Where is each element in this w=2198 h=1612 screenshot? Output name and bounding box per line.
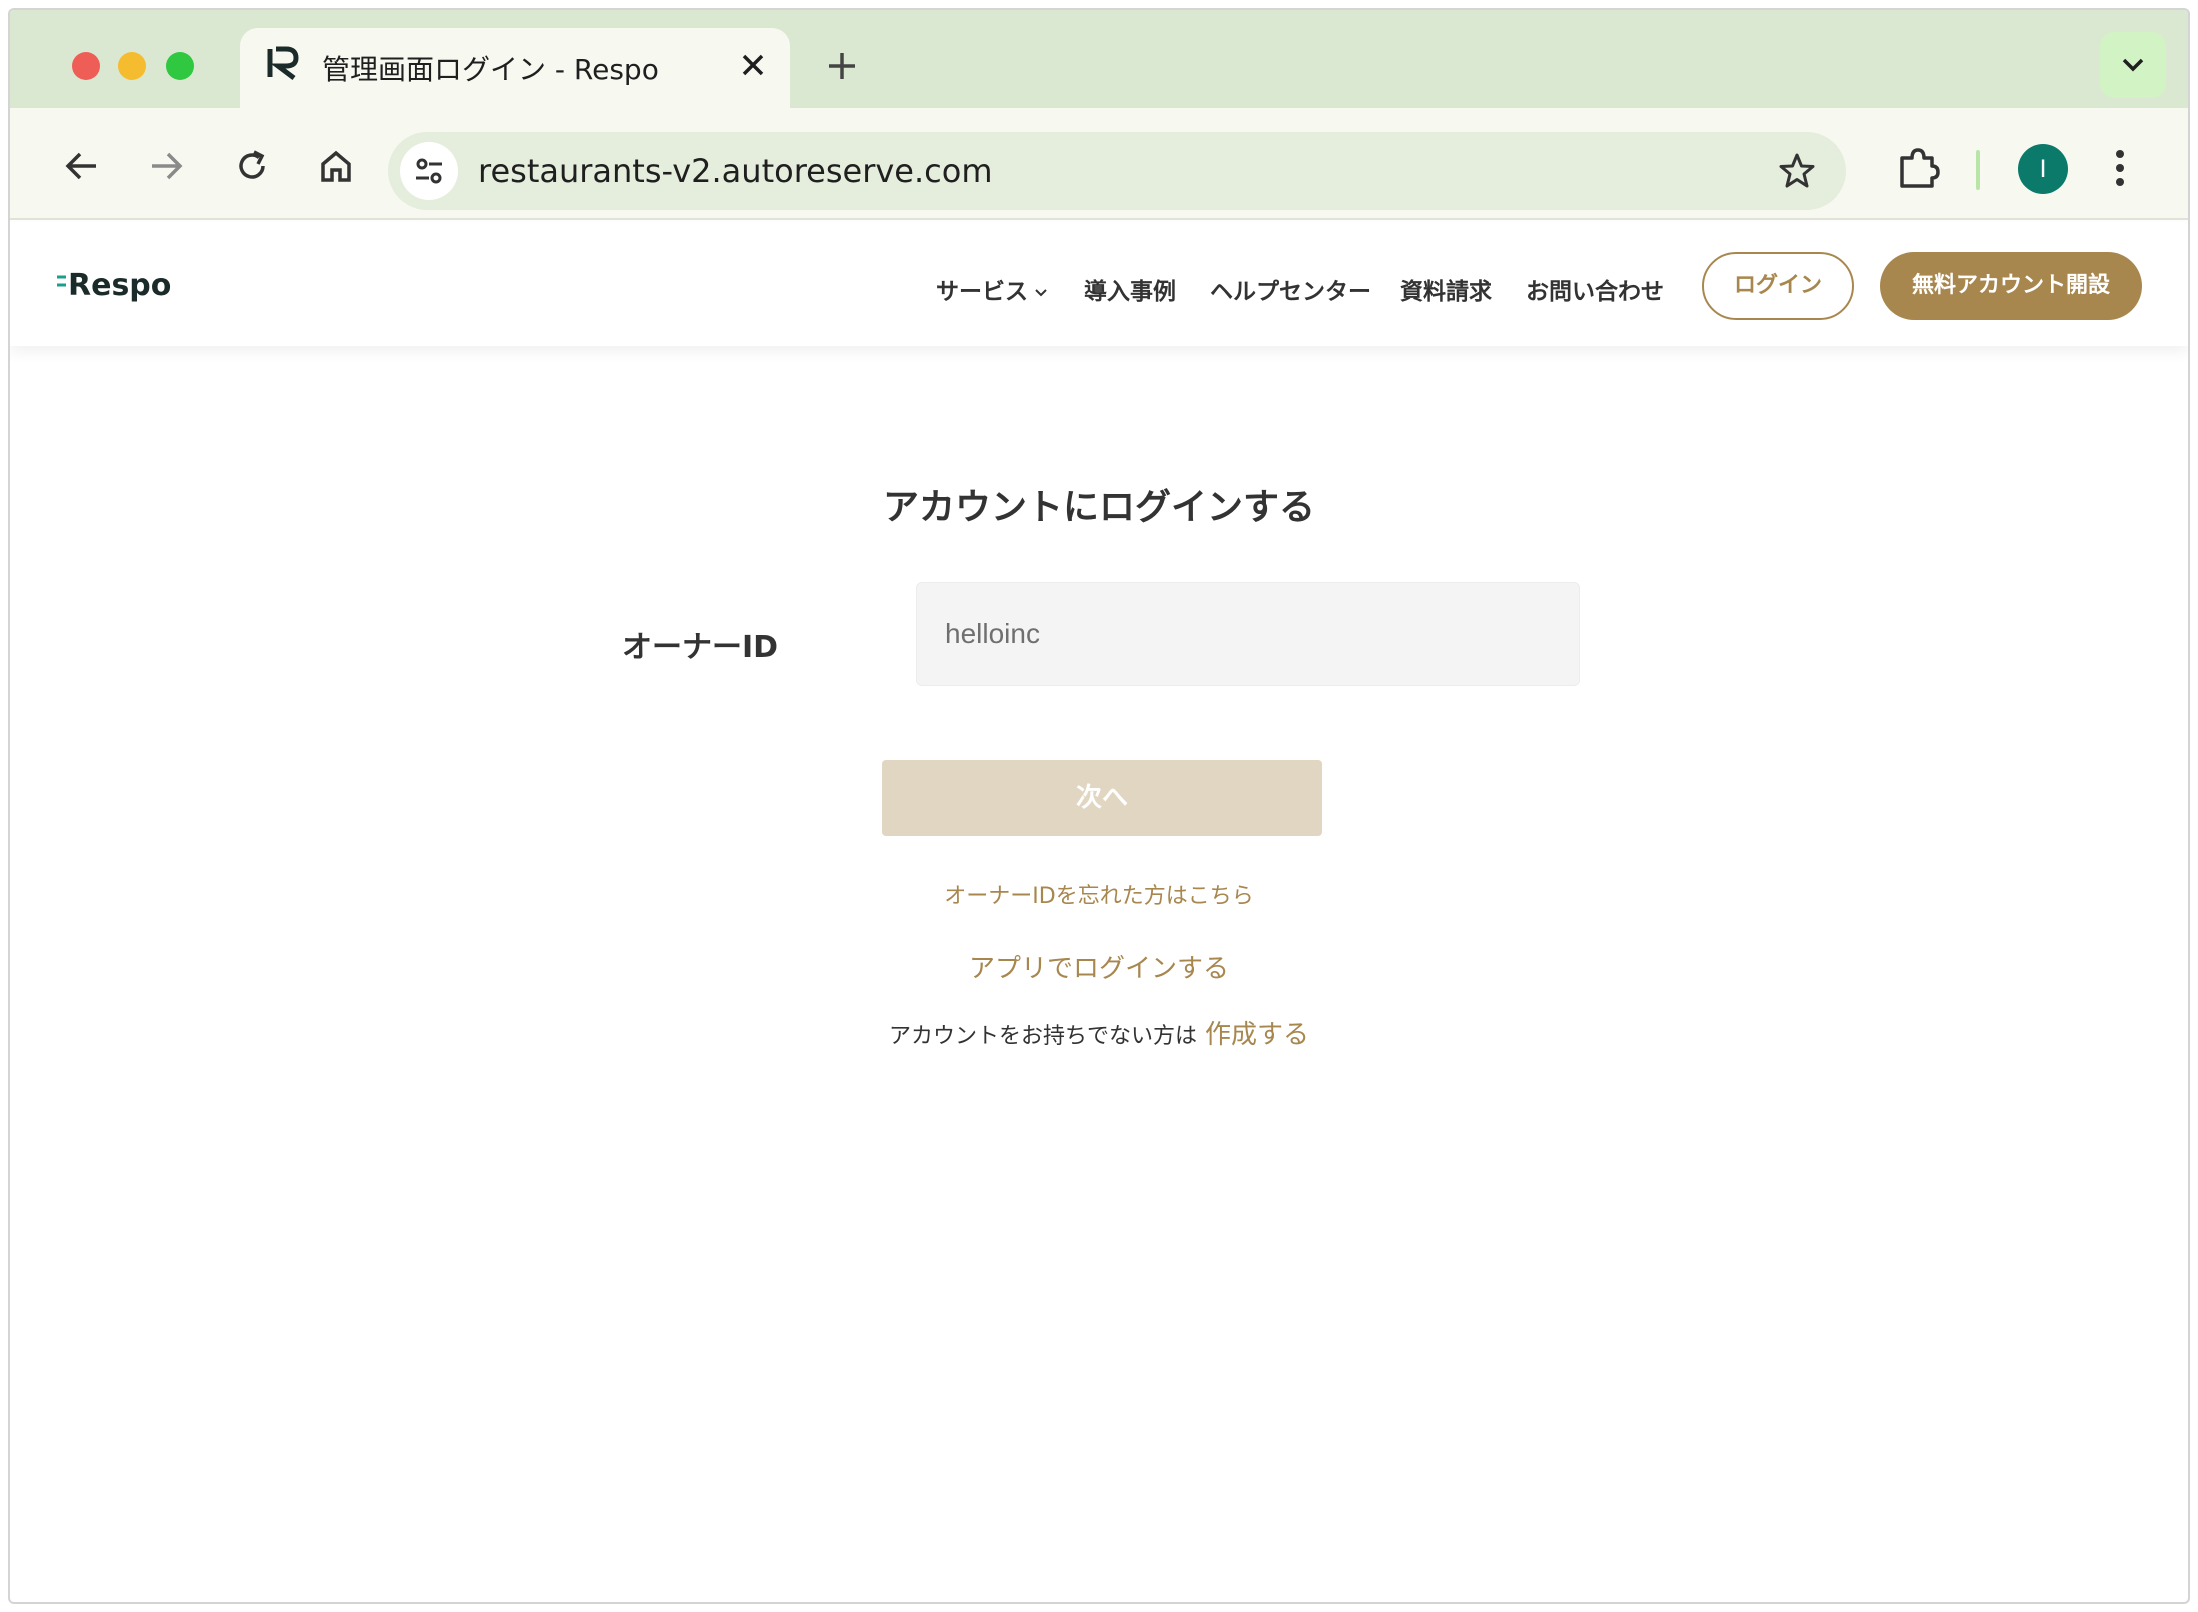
minimize-window-button[interactable] bbox=[118, 52, 146, 80]
close-icon[interactable] bbox=[740, 52, 766, 78]
site-info-button[interactable] bbox=[400, 142, 458, 200]
nav-help-center[interactable]: ヘルプセンター bbox=[1210, 272, 1371, 306]
back-icon[interactable] bbox=[64, 148, 100, 184]
next-button[interactable]: 次へ bbox=[882, 760, 1322, 836]
kebab-menu-icon[interactable] bbox=[2114, 148, 2126, 188]
forgot-owner-id-link: オーナーIDを忘れた方はこちら bbox=[10, 878, 2188, 910]
header-signup-button[interactable]: 無料アカウント開設 bbox=[1880, 252, 2142, 320]
browser-window: 管理画面ログイン - Respo restaurants-v2.autorese… bbox=[8, 8, 2190, 1604]
close-window-button[interactable] bbox=[72, 52, 100, 80]
app-login-text[interactable]: アプリでログインする bbox=[969, 954, 1229, 984]
tune-icon bbox=[416, 158, 442, 184]
star-icon[interactable] bbox=[1778, 152, 1816, 190]
browser-toolbar: restaurants-v2.autoreserve.com I bbox=[10, 108, 2188, 220]
forgot-owner-id-text[interactable]: オーナーIDを忘れた方はこちら bbox=[944, 884, 1253, 909]
nav-request-docs[interactable]: 資料請求 bbox=[1400, 272, 1492, 306]
new-tab-icon[interactable] bbox=[826, 50, 858, 82]
nav-case-studies[interactable]: 導入事例 bbox=[1084, 272, 1176, 306]
app-login-link: アプリでログインする bbox=[10, 948, 2188, 985]
logo-text: Respo bbox=[68, 268, 172, 303]
nav-services-label: サービス bbox=[936, 279, 1028, 305]
reload-icon[interactable] bbox=[234, 148, 270, 184]
nav-services[interactable]: サービス bbox=[936, 272, 1048, 306]
respo-logo[interactable]: Respo bbox=[56, 268, 176, 308]
home-icon[interactable] bbox=[318, 148, 354, 184]
header-login-button[interactable]: ログイン bbox=[1702, 252, 1854, 320]
nav-contact[interactable]: お問い合わせ bbox=[1526, 272, 1664, 306]
chevron-down-icon bbox=[1035, 288, 1047, 296]
no-account-text: アカウントをお持ちでない方は bbox=[888, 1024, 1197, 1049]
create-account-link[interactable]: 作成する bbox=[1205, 1020, 1309, 1050]
site-header: Respo サービス 導入事例 ヘルプセンター 資料請求 お問い合わせ ログイン… bbox=[10, 222, 2188, 346]
profile-avatar[interactable]: I bbox=[2018, 144, 2068, 194]
signup-prompt: アカウントをお持ちでない方は 作成する bbox=[10, 1014, 2188, 1051]
extensions-icon[interactable] bbox=[1896, 146, 1940, 190]
maximize-window-button[interactable] bbox=[166, 52, 194, 80]
toolbar-divider bbox=[1976, 150, 1980, 190]
respo-favicon-icon bbox=[267, 46, 299, 80]
forward-icon[interactable] bbox=[148, 148, 184, 184]
url-text[interactable]: restaurants-v2.autoreserve.com bbox=[478, 152, 992, 190]
address-bar[interactable]: restaurants-v2.autoreserve.com bbox=[388, 132, 1846, 210]
active-tab[interactable]: 管理画面ログイン - Respo bbox=[240, 28, 790, 118]
chevron-down-icon bbox=[2122, 58, 2144, 72]
tab-search-button[interactable] bbox=[2100, 32, 2166, 98]
tab-strip: 管理画面ログイン - Respo bbox=[10, 10, 2188, 118]
page-title: アカウントにログインする bbox=[882, 487, 1315, 528]
owner-id-input[interactable] bbox=[916, 582, 1580, 686]
tab-title: 管理画面ログイン - Respo bbox=[322, 53, 659, 86]
owner-id-label: オーナーID bbox=[622, 630, 779, 665]
